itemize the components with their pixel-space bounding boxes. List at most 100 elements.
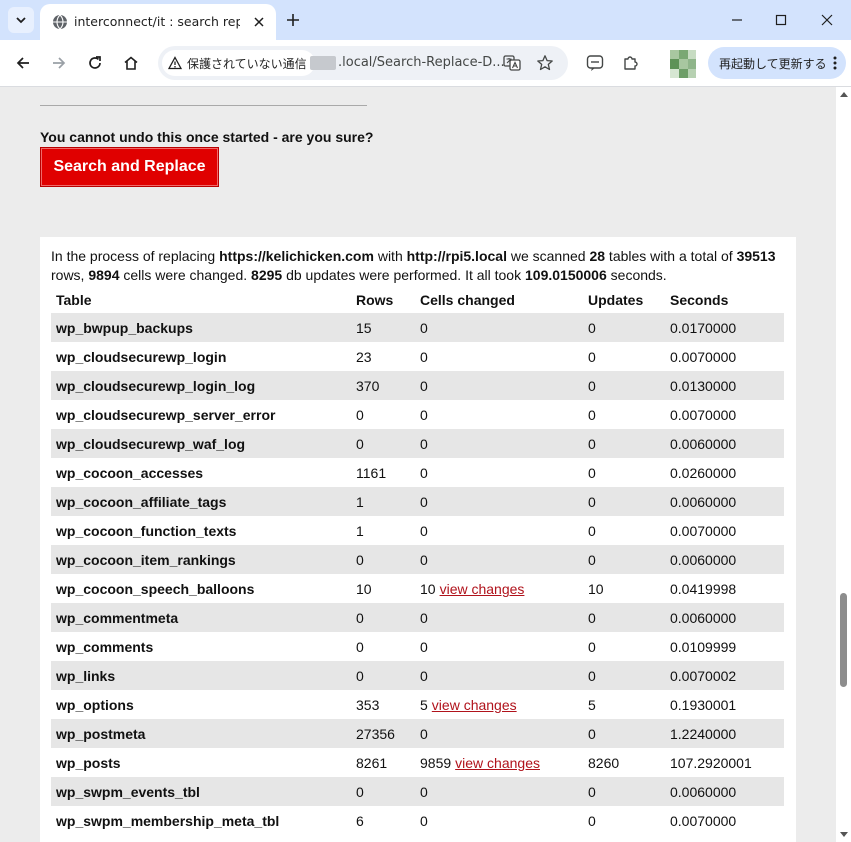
close-icon [821, 14, 833, 26]
view-changes-link[interactable]: view changes [455, 755, 540, 771]
minimize-icon [732, 19, 742, 21]
table-row: wp_cocoon_speech_balloons 10 10 view change… [51, 574, 784, 603]
updates-cell: 0 [588, 349, 596, 365]
seconds-cell: 1.2240000 [670, 726, 737, 742]
security-label: 保護されていない通信 [187, 56, 307, 71]
table-row: wp_cocoon_affiliate_tags 1 0 0 0.0060000 [51, 487, 784, 516]
address-bar[interactable]: 保護されていない通信 .local/Search-Replace-D... [158, 46, 568, 80]
rows-cell: 1 [356, 523, 364, 539]
browser-toolbar: 保護されていない通信 .local/Search-Replace-D... 再起… [0, 40, 851, 87]
reload-button[interactable] [84, 52, 106, 74]
rows-cell: 0 [356, 552, 364, 568]
cells-changed-cell: 0 [420, 668, 428, 684]
cells-changed-cell: 0 [420, 465, 428, 481]
view-changes-link[interactable]: view changes [432, 697, 517, 713]
maximize-button[interactable] [771, 10, 791, 30]
plus-icon [287, 14, 299, 26]
updates-cell: 0 [588, 610, 596, 626]
updates-cell: 0 [588, 726, 596, 742]
table-row: wp_links 0 0 0 0.0070002 [51, 661, 784, 690]
updates-cell: 0 [588, 813, 596, 829]
table-name-cell: wp_swpm_events_tbl [56, 784, 200, 800]
undo-warning: You cannot undo this once started - are … [40, 129, 374, 145]
bookmark-star-button[interactable] [535, 53, 555, 73]
restart-update-button[interactable]: 再起動して更新する [708, 47, 846, 79]
table-name-cell: wp_commentmeta [56, 610, 179, 626]
scroll-down-arrow[interactable] [840, 832, 848, 837]
table-name-cell: wp_postmeta [56, 726, 146, 742]
cells-changed-value: 5 [420, 697, 428, 713]
cells-changed-cell: 0 [420, 436, 428, 452]
updates-cell: 0 [588, 523, 596, 539]
close-icon [254, 17, 264, 27]
rows-cell: 353 [356, 697, 380, 713]
page-viewport: You cannot undo this once started - are … [0, 87, 836, 842]
home-button[interactable] [120, 52, 142, 74]
tab-search-button[interactable] [8, 7, 34, 33]
table-row: wp_cloudsecurewp_waf_log 0 0 0 0.0060000 [51, 429, 784, 458]
table-row: wp_comments 0 0 0 0.0109999 [51, 632, 784, 661]
results-table-body: wp_bwpup_backups 15 0 0 0.0170000 wp_cloudsec… [51, 313, 784, 835]
cells-changed-cell: 0 [420, 494, 428, 510]
table-name-cell: wp_cocoon_affiliate_tags [56, 494, 227, 510]
seconds-cell: 107.2920001 [670, 755, 752, 771]
seconds-cell: 0.0260000 [670, 465, 737, 481]
seconds-cell: 0.0070000 [670, 349, 737, 365]
line-extension-button[interactable] [584, 52, 606, 74]
url-text: .local/Search-Replace-D... [338, 55, 505, 70]
active-tab[interactable]: interconnect/it : search replace [40, 4, 276, 40]
chat-bubble-icon [586, 55, 604, 71]
translate-button[interactable] [502, 53, 522, 73]
table-row: wp_cocoon_accesses 1161 0 0 0.0260000 [51, 458, 784, 487]
cells-changed-value: 10 [420, 581, 436, 597]
cells-changed-cell: 10 view changes [420, 581, 524, 597]
minimize-button[interactable] [727, 10, 747, 30]
rows-cell: 0 [356, 639, 364, 655]
tab-close-button[interactable] [250, 13, 268, 31]
rows-cell: 27356 [356, 726, 395, 742]
cells-changed-value: 9859 [420, 755, 452, 771]
cells-changed-cell: 0 [420, 378, 428, 394]
scroll-up-arrow[interactable] [840, 92, 848, 97]
table-name-cell: wp_cloudsecurewp_login_log [56, 378, 256, 394]
table-name-cell: wp_cocoon_function_texts [56, 523, 237, 539]
search-and-replace-button[interactable]: Search and Replace [40, 147, 219, 187]
vertical-scrollbar[interactable] [836, 87, 851, 842]
table-name-cell: wp_bwpup_backups [56, 320, 193, 336]
updates-cell: 0 [588, 407, 596, 423]
window-close-button[interactable] [817, 10, 837, 30]
avatar[interactable] [670, 50, 696, 78]
cells-changed-cell: 0 [420, 726, 428, 742]
seconds-cell: 0.0419998 [670, 581, 737, 597]
new-tab-button[interactable] [283, 10, 303, 30]
puzzle-icon [624, 56, 638, 70]
forward-button[interactable] [48, 52, 70, 74]
cells-changed-cell: 0 [420, 407, 428, 423]
reload-icon [89, 56, 101, 69]
table-name-cell: wp_cloudsecurewp_waf_log [56, 436, 246, 452]
home-icon [124, 56, 138, 70]
security-chip[interactable]: 保護されていない通信 [162, 50, 315, 76]
seconds-cell: 0.0130000 [670, 378, 737, 394]
seconds-cell: 0.0070000 [670, 523, 737, 539]
divider [40, 105, 367, 106]
column-header-updates: Updates [588, 292, 644, 308]
view-changes-link[interactable]: view changes [440, 581, 525, 597]
table-name-cell: wp_cocoon_item_rankings [56, 552, 236, 568]
updates-cell: 0 [588, 494, 596, 510]
maximize-icon [775, 14, 787, 26]
updates-cell: 0 [588, 784, 596, 800]
scroll-thumb[interactable] [840, 593, 847, 687]
back-button[interactable] [12, 52, 34, 74]
column-header-rows: Rows [356, 292, 394, 308]
table-name-cell: wp_comments [56, 639, 154, 655]
updates-cell: 0 [588, 378, 596, 394]
rows-cell: 23 [356, 349, 372, 365]
table-row: wp_commentmeta 0 0 0 0.0060000 [51, 603, 784, 632]
table-row: wp_swpm_events_tbl 0 0 0 0.0060000 [51, 777, 784, 806]
cells-changed-cell: 0 [420, 784, 428, 800]
table-row: wp_cocoon_item_rankings 0 0 0 0.0060000 [51, 545, 784, 574]
extensions-button[interactable] [620, 52, 642, 74]
updates-cell: 10 [588, 581, 604, 597]
rows-cell: 1161 [356, 465, 387, 481]
